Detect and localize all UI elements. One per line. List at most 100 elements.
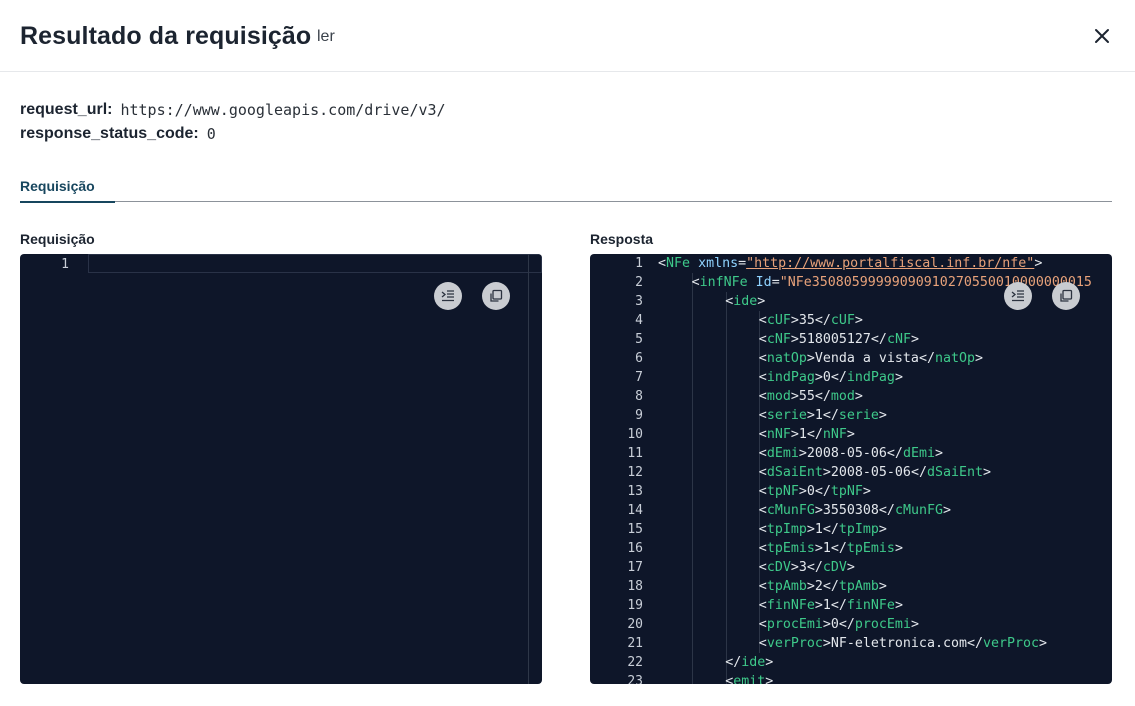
format-button[interactable]	[1004, 282, 1032, 310]
code-token: natOp	[766, 351, 807, 366]
code-line: <emit>	[725, 672, 773, 684]
code-token: </	[878, 503, 895, 518]
code-token: dEmi	[766, 446, 799, 461]
response-code-area[interactable]: <NFe xmlns="http://www.portalfiscal.inf.…	[658, 254, 1112, 684]
meta-value: https://www.googleapis.com/drive/v3/	[120, 101, 446, 119]
code-token: >	[822, 465, 831, 480]
code-token: 518005127	[798, 332, 871, 347]
code-token: </	[806, 427, 823, 442]
code-token: <	[725, 294, 734, 309]
copy-icon	[1060, 289, 1073, 302]
line-number: 7	[635, 370, 643, 385]
code-token: >	[822, 636, 831, 651]
code-token: >	[757, 294, 766, 309]
code-token: >	[806, 522, 815, 537]
line-number: 13	[627, 484, 643, 499]
code-line: </ide>	[725, 653, 773, 672]
tab-requisicao[interactable]: Requisição	[20, 172, 115, 203]
code-token: >	[894, 541, 903, 556]
code-token: >	[806, 579, 815, 594]
code-token: >	[1034, 256, 1043, 271]
line-gutter: 1	[20, 254, 88, 684]
line-number: 19	[627, 598, 643, 613]
code-token: >	[942, 503, 951, 518]
code-token: tpNF	[830, 484, 863, 499]
code-token: =	[738, 256, 747, 271]
code-token: >	[934, 446, 943, 461]
code-token: tpImp	[766, 522, 807, 537]
code-token: </	[830, 598, 847, 613]
code-token: >	[878, 522, 887, 537]
code-token: >	[846, 427, 855, 442]
copy-button[interactable]	[482, 282, 510, 310]
code-token: <	[658, 256, 667, 271]
code-token: <	[691, 275, 700, 290]
code-token: 1	[822, 541, 831, 556]
code-token: >	[862, 484, 871, 499]
meta-status-code: response_status_code: 0	[20, 122, 446, 146]
request-code-area[interactable]	[88, 254, 542, 684]
code-line: <natOp>Venda a vista</natOp>	[759, 349, 983, 368]
code-token: </	[838, 617, 855, 632]
code-token: <	[758, 446, 767, 461]
code-token: >	[790, 560, 799, 575]
code-token: <	[725, 674, 734, 684]
code-token: </	[725, 655, 742, 670]
code-line: <dEmi>2008-05-06</dEmi>	[759, 444, 943, 463]
line-number: 12	[627, 465, 643, 480]
code-token: 1	[814, 522, 823, 537]
format-button[interactable]	[434, 282, 462, 310]
tab-bar: Requisição	[20, 172, 1112, 203]
code-token: >	[790, 389, 799, 404]
line-number: 11	[627, 446, 643, 461]
format-icon	[1011, 290, 1024, 302]
code-token: <	[758, 617, 767, 632]
code-token: verProc	[982, 636, 1040, 651]
code-token: indPag	[846, 370, 895, 385]
code-token: NFe	[666, 256, 691, 271]
code-token: infNFe	[699, 275, 748, 290]
code-token: cDV	[766, 560, 791, 575]
code-line: <verProc>NF-eletronica.com</verProc>	[759, 634, 1047, 653]
code-token: <	[758, 465, 767, 480]
response-editor[interactable]: 1 2 3 4 5 6 7 8 9 10 11 12 13 14 15 16 17 18 19 20 21 22 23 <N…	[590, 254, 1112, 684]
code-line: <finNFe>1</finNFe>	[759, 596, 903, 615]
code-token: serie	[838, 408, 879, 423]
code-token: 1	[798, 427, 807, 442]
code-token: <	[758, 313, 767, 328]
code-line: <tpEmis>1</tpEmis>	[759, 539, 903, 558]
code-token: >	[814, 541, 823, 556]
code-token: cMunFG	[894, 503, 943, 518]
close-button[interactable]	[1089, 23, 1115, 49]
code-token: >	[806, 351, 815, 366]
code-token: </	[814, 484, 831, 499]
code-token: dSaiEnt	[766, 465, 823, 480]
code-token: cNF	[886, 332, 911, 347]
request-label: Requisição	[20, 231, 95, 247]
code-token: >	[854, 389, 863, 404]
code-token: <	[758, 598, 767, 613]
code-token: >	[878, 408, 887, 423]
code-token: <	[758, 370, 767, 385]
line-gutter: 1 2 3 4 5 6 7 8 9 10 11 12 13 14 15 16 17 18 19 20 21 22 23	[590, 254, 658, 684]
code-token: cDV	[822, 560, 847, 575]
code-token: finNFe	[846, 598, 895, 613]
request-editor[interactable]: 1	[20, 254, 542, 684]
code-token: indPag	[766, 370, 815, 385]
code-token: emit	[733, 674, 766, 684]
line-number: 17	[627, 560, 643, 575]
code-token: >	[814, 598, 823, 613]
code-token: >	[910, 332, 919, 347]
line-number: 15	[627, 522, 643, 537]
copy-button[interactable]	[1052, 282, 1080, 310]
code-line: <serie>1</serie>	[759, 406, 887, 425]
code-token: cMunFG	[766, 503, 815, 518]
code-token: >	[854, 313, 863, 328]
code-line: <procEmi>0</procEmi>	[759, 615, 919, 634]
code-token: "NFe35080599999090910270550010000000015	[779, 275, 1092, 290]
code-line: <NFe xmlns="http://www.portalfiscal.inf.…	[658, 254, 1042, 273]
code-token: verProc	[766, 636, 823, 651]
code-token: dSaiEnt	[926, 465, 983, 480]
code-token: xmlns	[698, 256, 739, 271]
code-token: tpEmis	[846, 541, 895, 556]
